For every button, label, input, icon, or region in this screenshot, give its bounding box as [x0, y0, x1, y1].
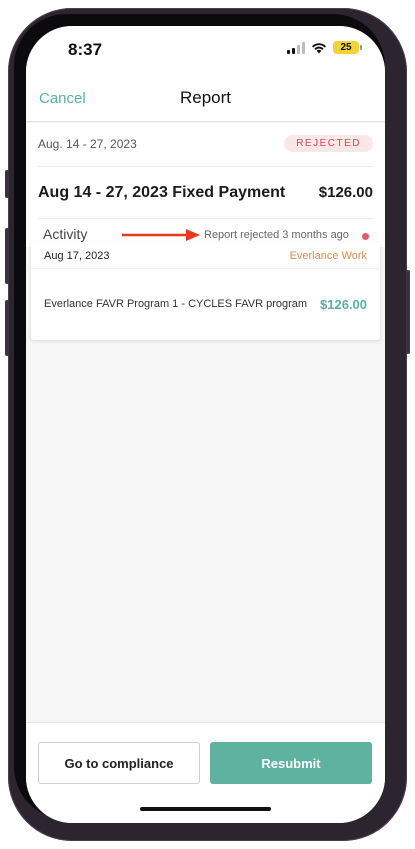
home-indicator[interactable]	[140, 807, 271, 811]
status-dot-icon	[362, 233, 369, 240]
item-date: Aug 17, 2023	[44, 250, 110, 262]
resubmit-button[interactable]: Resubmit	[210, 742, 372, 784]
page-title: Report	[179, 88, 232, 107]
battery-icon: 25	[333, 41, 362, 54]
status-icons: 25	[287, 41, 362, 54]
activity-status[interactable]: Report rejected 3 months ago	[204, 229, 349, 241]
divider	[38, 166, 373, 167]
payment-amount: $126.00	[318, 184, 373, 201]
nav-bar: Cancel Report	[26, 78, 385, 122]
status-badge: REJECTED	[284, 135, 373, 152]
item-description: Everlance FAVR Program 1 - CYCLES FAVR p…	[44, 298, 308, 310]
activity-label: Activity	[43, 226, 88, 242]
go-to-compliance-button[interactable]: Go to compliance	[38, 742, 200, 784]
item-category: Everlance Work	[289, 250, 367, 262]
report-date-range: Aug. 14 - 27, 2023	[38, 137, 137, 151]
screen: 8:37 25 Cancel Report Aug. 14 - 27, 2023	[26, 26, 385, 823]
volume-down-button	[5, 300, 9, 356]
signal-icon	[287, 41, 305, 54]
divider	[38, 218, 373, 219]
divider	[31, 268, 380, 269]
battery-level: 25	[340, 42, 352, 53]
silent-switch	[5, 170, 9, 198]
report-header: Aug. 14 - 27, 2023 REJECTED Aug 14 - 27,…	[26, 123, 385, 247]
power-button	[406, 270, 410, 354]
payment-title: Aug 14 - 27, 2023 Fixed Payment	[38, 184, 286, 201]
expense-item-card[interactable]: Aug 17, 2023 Everlance Work Everlance FA…	[31, 242, 380, 340]
item-amount: $126.00	[320, 297, 367, 312]
status-time: 8:37	[68, 40, 103, 59]
wifi-icon	[312, 42, 326, 53]
volume-up-button	[5, 228, 9, 284]
bottom-action-bar: Go to compliance Resubmit	[26, 722, 385, 823]
annotation-arrow-icon	[122, 229, 200, 241]
status-bar: 8:37 25	[26, 26, 385, 78]
